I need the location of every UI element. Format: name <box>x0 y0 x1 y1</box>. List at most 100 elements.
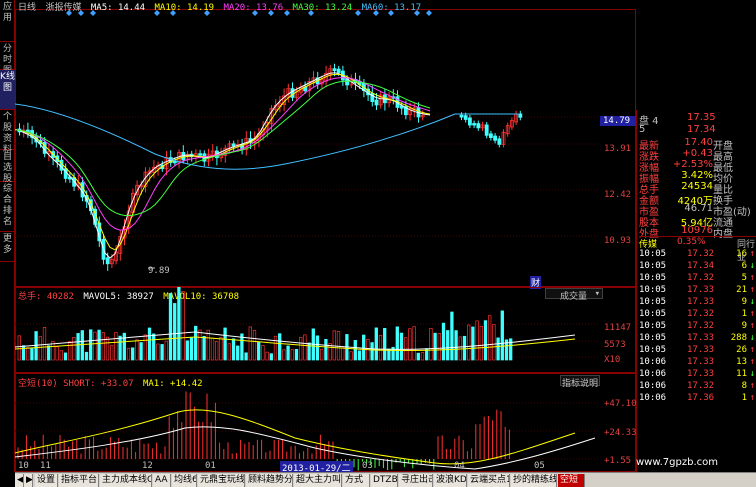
candle-body <box>105 257 110 265</box>
quote-value: 3.42% <box>681 170 713 181</box>
candle-body <box>332 68 337 72</box>
time-axis-label: 01 <box>205 461 216 471</box>
arrow-up-icon: ↑ <box>749 285 755 295</box>
volume-bar <box>286 345 290 361</box>
left-tab[interactable]: 更多 <box>0 232 15 262</box>
volume-bar <box>30 348 34 361</box>
quote-row: 市盈 46.71 市盈(动) <box>639 203 755 218</box>
tick-row: 10:05 17.33 9 ↓ <box>639 297 755 309</box>
candle-body <box>459 114 464 118</box>
volume-bar <box>252 330 257 361</box>
volume-bar <box>273 335 278 361</box>
tick-time: 10:05 <box>639 333 667 343</box>
quote-value: 46.71 <box>684 203 713 214</box>
volume-bar <box>114 332 118 361</box>
kline-chart[interactable] <box>15 9 636 287</box>
candle-body <box>463 115 468 120</box>
candle-body <box>493 135 498 141</box>
tick-volume: 11 <box>736 369 747 379</box>
tick-volume: 6 <box>741 261 747 271</box>
indicator-tab[interactable]: 寻庄出击 <box>399 474 433 487</box>
volume-bar <box>332 330 336 361</box>
scroll-right-icon[interactable]: ▶ <box>24 474 33 487</box>
time-axis-label: 04 <box>454 461 465 471</box>
tick-row: 10:05 17.32 9 ↑ <box>639 321 755 333</box>
indicator-tab[interactable]: AA <box>153 474 171 487</box>
tick-volume: 1 <box>741 393 747 403</box>
candle-body <box>290 88 295 98</box>
indicator-tab[interactable]: 超大主力叫时 <box>294 474 342 487</box>
event-diamond-icon <box>373 10 379 16</box>
indicator-tab[interactable]: DTZB <box>371 474 398 487</box>
price-axis-tick: 13.91 <box>604 144 632 154</box>
indicator-tab[interactable]: 设置 <box>35 474 58 487</box>
indicator-chart[interactable] <box>15 373 636 472</box>
indicator-axis-tick: +47.10 <box>604 399 637 409</box>
scroll-left-icon[interactable]: ◀ <box>15 474 24 487</box>
tick-row: 10:06 17.36 1 ↑ <box>639 393 755 405</box>
indicator-tab[interactable]: 云端买点1 <box>468 474 510 487</box>
volume-bar <box>437 333 441 361</box>
sector-change: 0.35% <box>677 237 706 247</box>
quote-value: 17.40 <box>684 137 713 148</box>
volume-bar <box>177 287 181 361</box>
tick-row: 10:06 17.33 13 ↑ <box>639 357 755 369</box>
event-diamond-icon <box>426 10 432 16</box>
left-tab[interactable]: 综合排名 <box>0 182 15 232</box>
indicator-tab[interactable]: 顾料趋势分析 <box>246 474 293 487</box>
volume-bar <box>118 335 122 361</box>
time-axis-label: 05 <box>534 461 545 471</box>
tick-row: 10:05 17.32 1 ↑ <box>639 309 755 321</box>
volume-bar <box>315 335 320 361</box>
indicator-tab[interactable]: 指标平台 <box>59 474 99 487</box>
volume-bar <box>492 324 496 361</box>
volume-bar <box>362 334 366 361</box>
left-tab[interactable]: 个股资料 <box>0 110 15 155</box>
volume-bar <box>80 330 84 361</box>
quote-row: 总手 24534 量比 <box>639 181 755 196</box>
volume-bar <box>441 322 446 361</box>
quote-row: 外盘 10976 内盘 <box>639 225 755 240</box>
volume-bar <box>223 327 227 361</box>
indicator-tab[interactable]: 空短 <box>558 474 585 487</box>
volume-bar <box>89 329 93 361</box>
tick-price: 17.32 <box>687 321 715 331</box>
indicator-tab[interactable]: 方式 <box>343 474 370 487</box>
sector-row[interactable]: 传媒 0.35% 同行业 <box>639 236 756 263</box>
indicator-tab[interactable]: 主力成本线C <box>100 474 152 487</box>
tick-time: 10:05 <box>639 285 667 295</box>
tick-price: 17.33 <box>687 369 715 379</box>
candle-body <box>497 138 502 145</box>
quote-value: 10976 <box>681 225 713 236</box>
tick-time: 10:06 <box>639 369 667 379</box>
tick-row: 10:06 17.33 11 ↓ <box>639 369 755 381</box>
volume-bar <box>244 352 248 361</box>
event-diamond-icon <box>388 10 394 16</box>
left-tab[interactable]: 自选股 <box>0 150 15 184</box>
left-tab[interactable]: K线图 <box>0 70 15 110</box>
indicator-tab[interactable]: 波浪KDJ <box>434 474 467 487</box>
tick-volume: 21 <box>736 285 747 295</box>
order-book-label: 5 <box>639 124 646 135</box>
volume-bar <box>374 327 378 361</box>
event-diamond-icon <box>154 10 160 16</box>
tick-row: 10:05 17.33 26 ↑ <box>639 345 755 357</box>
tick-price: 17.36 <box>687 393 715 403</box>
volume-bar <box>341 347 345 361</box>
arrow-down-icon: ↓ <box>749 261 755 271</box>
left-tab[interactable]: 分时图 <box>0 42 15 76</box>
tick-volume: 9 <box>741 321 747 331</box>
volume-bar <box>198 329 202 361</box>
left-tab[interactable]: 应用 <box>0 0 15 42</box>
indicator-tab[interactable]: 均线60 <box>172 474 197 487</box>
volume-bar <box>173 303 177 361</box>
indicator-tab[interactable]: 元鼎宝玩线 <box>198 474 245 487</box>
volume-bar <box>76 333 80 361</box>
candle-body <box>336 68 341 73</box>
volume-bar <box>278 333 282 361</box>
indicator-tab[interactable]: 抄的精练线 <box>511 474 557 487</box>
volume-chart[interactable] <box>15 287 636 373</box>
volume-bar <box>420 352 425 361</box>
volume-bar <box>370 342 374 361</box>
volume-bar <box>269 353 273 361</box>
